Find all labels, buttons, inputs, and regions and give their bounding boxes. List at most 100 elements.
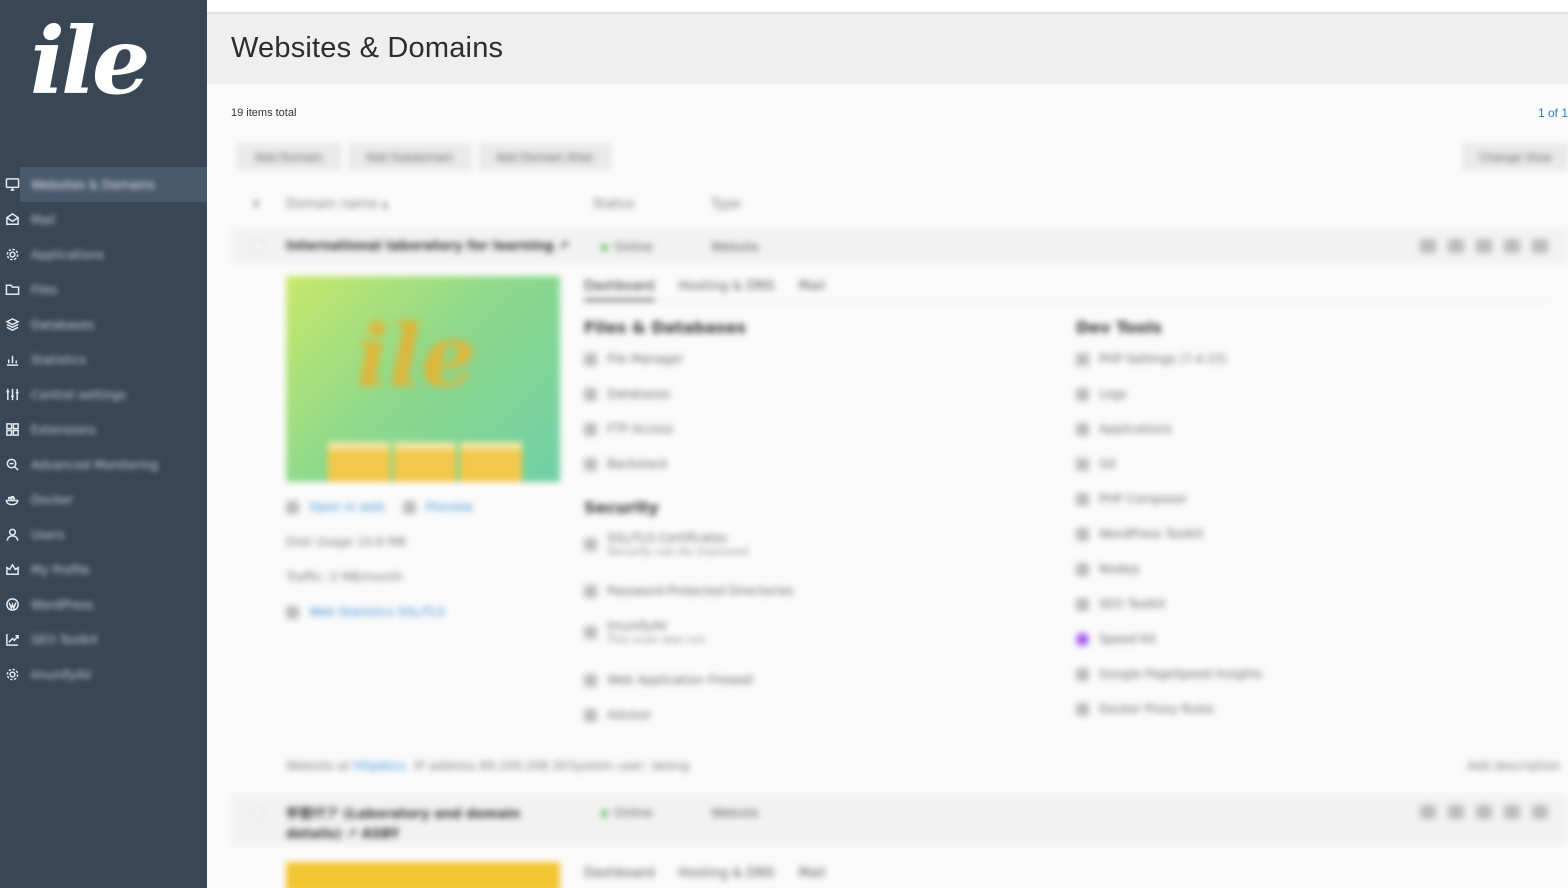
- tool-backup[interactable]: Backstack: [584, 457, 668, 471]
- section-title-dev-tools: Dev Tools: [1076, 318, 1162, 337]
- tool-applications[interactable]: Applications: [1076, 422, 1172, 436]
- tool-wordpress-toolkit[interactable]: WordPress Toolkit: [1076, 527, 1204, 541]
- status-badge: Online: [601, 240, 653, 254]
- add-subdomain-button[interactable]: Add Subdomain: [349, 144, 471, 170]
- add-description-link[interactable]: Add description: [1467, 759, 1561, 773]
- action-icon[interactable]: [1420, 239, 1436, 253]
- sidebar-item-mail[interactable]: Mail: [0, 202, 207, 237]
- pagination-link[interactable]: 1 of 1: [1538, 106, 1568, 120]
- row-actions: [1420, 805, 1548, 819]
- tab-hosting-dns[interactable]: Hosting & DNS: [679, 866, 775, 888]
- sidebar-item-docker[interactable]: Docker: [0, 482, 207, 517]
- open-in-web-link[interactable]: Open in web: [286, 500, 384, 514]
- sidebar-item-users[interactable]: Users: [0, 517, 207, 552]
- status-label: Online: [614, 240, 653, 254]
- domain-row[interactable]: International laboratory for learning ↗ …: [231, 230, 1568, 262]
- tool-imunifyav[interactable]: ImunifyAV This scan was run: [584, 619, 705, 646]
- tool-git[interactable]: Git: [1076, 457, 1116, 471]
- column-header-status[interactable]: Status: [593, 197, 634, 212]
- sidebar-item-files[interactable]: Files: [0, 272, 207, 307]
- tab-mail[interactable]: Mail: [799, 866, 825, 888]
- column-header-type[interactable]: Type: [711, 197, 741, 212]
- status-badge: Online: [601, 806, 653, 820]
- tool-seo-toolkit[interactable]: SEO Toolkit: [1076, 597, 1166, 611]
- logo-text: ile: [30, 7, 150, 115]
- column-header-domain[interactable]: Domain name ▴: [286, 197, 388, 212]
- tool-docker-proxy[interactable]: Docker Proxy Rules: [1076, 702, 1214, 716]
- action-icon[interactable]: [1476, 805, 1492, 819]
- thumbnail-logo: ile: [356, 306, 477, 407]
- action-icon[interactable]: [1448, 239, 1464, 253]
- tool-ftp-access[interactable]: FTP Access: [584, 422, 673, 436]
- preview-link[interactable]: Preview: [403, 500, 473, 514]
- tool-nodejs[interactable]: Nodejs: [1076, 562, 1140, 576]
- backup-icon: [584, 457, 597, 471]
- more-icon[interactable]: [1532, 805, 1548, 819]
- sidebar-item-label: Websites & Domains: [31, 177, 155, 192]
- tool-php-composer[interactable]: PHP Composer: [1076, 492, 1187, 506]
- sidebar-item-label: ImunifyAV: [31, 667, 92, 682]
- tab-dashboard[interactable]: Dashboard: [584, 866, 655, 888]
- domain-type: Website: [711, 806, 759, 820]
- sidebar-item-statistics[interactable]: Statistics: [0, 342, 207, 377]
- tool-waf[interactable]: Web Application Firewall: [584, 673, 753, 687]
- sidebar-item-advanced-monitoring[interactable]: Advanced Monitoring: [0, 447, 207, 482]
- tool-advisor[interactable]: Advisor: [584, 708, 652, 722]
- add-domain-button[interactable]: Add Domain: [237, 144, 341, 170]
- action-icon[interactable]: [1420, 805, 1436, 819]
- advisor-icon: [584, 708, 597, 722]
- change-view-button[interactable]: Change View: [1463, 144, 1568, 170]
- tool-pagespeed[interactable]: Google PageSpeed Insights: [1076, 667, 1263, 681]
- tool-databases[interactable]: Databases: [584, 387, 671, 401]
- sidebar-item-label: Databases: [31, 317, 95, 332]
- tab-mail[interactable]: Mail: [799, 279, 825, 301]
- action-icon[interactable]: [1504, 239, 1520, 253]
- sidebar-item-wordpress[interactable]: WordPress: [0, 587, 207, 622]
- tool-ssl[interactable]: SSL/TLS Certificates Security can be impr…: [584, 531, 748, 558]
- grid-icon: [4, 421, 21, 438]
- row-checkbox[interactable]: [253, 242, 263, 252]
- sidebar-item-label: WordPress: [31, 597, 94, 612]
- whale-icon: [4, 491, 21, 508]
- action-icon[interactable]: [1476, 239, 1492, 253]
- row-checkbox[interactable]: [253, 808, 263, 818]
- domain-tabs: Dashboard Hosting & DNS Mail: [584, 866, 825, 888]
- tool-php-settings[interactable]: PHP Settings (7.4.15): [1076, 352, 1227, 366]
- domain-row[interactable]: 学習ITア (Laboratory and domain details) ↗ …: [231, 796, 1568, 844]
- nodejs-icon: [1076, 562, 1089, 576]
- site-preview-thumbnail[interactable]: ile: [286, 276, 560, 482]
- items-total-count: 19 items total: [231, 107, 297, 119]
- select-all-checkbox[interactable]: ▾: [253, 197, 260, 212]
- domain-name-link[interactable]: 学習ITア (Laboratory and domain details) ↗ …: [286, 805, 546, 845]
- magnifier-icon: [4, 456, 21, 473]
- sidebar-item-control-settings[interactable]: Control settings: [0, 377, 207, 412]
- top-bar: [207, 0, 1568, 14]
- wordpress-icon: [4, 596, 21, 613]
- tool-speed-kit[interactable]: Speed Kit: [1076, 632, 1156, 646]
- brand-logo[interactable]: ile: [22, 2, 172, 127]
- sidebar-item-my-profile[interactable]: My Profile: [0, 552, 207, 587]
- add-domain-alias-button[interactable]: Add Domain Alias: [479, 144, 611, 170]
- more-icon[interactable]: [1532, 239, 1548, 253]
- tool-file-manager[interactable]: File Manager: [584, 352, 684, 366]
- monitor-icon: [4, 176, 21, 193]
- tab-hosting-dns[interactable]: Hosting & DNS: [679, 279, 775, 301]
- tool-logs[interactable]: Logs: [1076, 387, 1127, 401]
- sidebar-item-applications[interactable]: Applications: [0, 237, 207, 272]
- sidebar-item-websites-domains[interactable]: Websites & Domains: [0, 167, 207, 202]
- web-statistics-link[interactable]: Web Statistics SSL/TLS: [286, 605, 445, 619]
- sidebar-item-extensions[interactable]: Extensions: [0, 412, 207, 447]
- domain-name-link[interactable]: International laboratory for learning ↗: [286, 239, 569, 254]
- sidebar-item-databases[interactable]: Databases: [0, 307, 207, 342]
- tab-dashboard[interactable]: Dashboard: [584, 279, 655, 301]
- sliders-icon: [4, 386, 21, 403]
- folder-lock-icon: [584, 584, 597, 598]
- site-preview-thumbnail[interactable]: [286, 862, 560, 888]
- domain-type: Website: [711, 240, 759, 254]
- action-icon[interactable]: [1448, 805, 1464, 819]
- sidebar-item-seo-toolkit[interactable]: SEO Toolkit: [0, 622, 207, 657]
- action-icon[interactable]: [1504, 805, 1520, 819]
- sidebar-item-imunifyav[interactable]: ImunifyAV: [0, 657, 207, 692]
- page-header: Websites & Domains: [207, 14, 1568, 84]
- tool-password-dirs[interactable]: Password-Protected Directories: [584, 584, 794, 598]
